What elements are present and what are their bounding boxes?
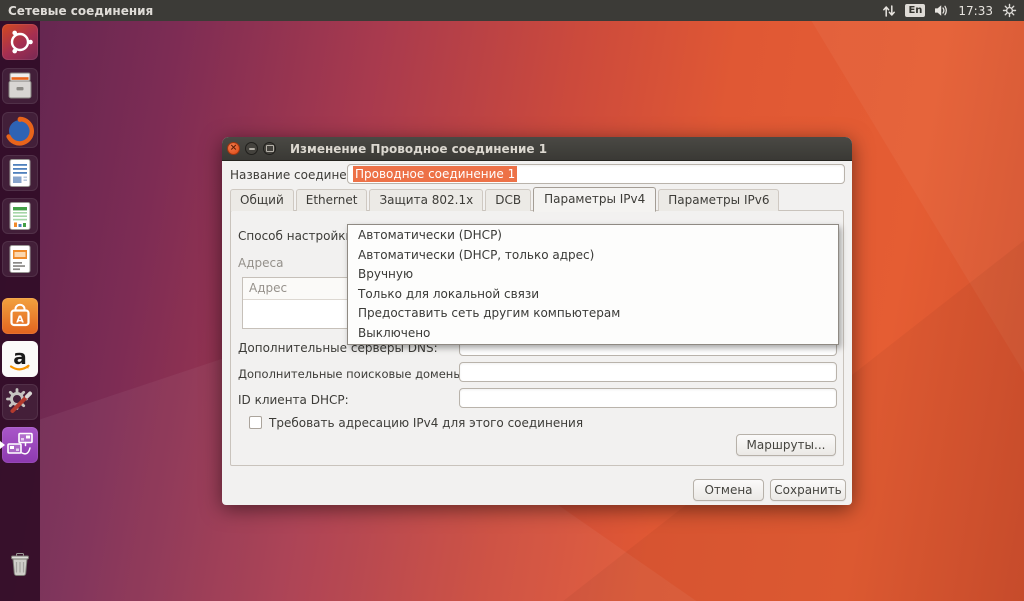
launcher-item-amazon[interactable]: a [2, 341, 38, 377]
tab-8021x[interactable]: Защита 802.1x [369, 189, 483, 211]
libreoffice-calc-icon [2, 198, 38, 234]
svg-text:a: a [13, 345, 27, 369]
require-ipv4-label: Требовать адресацию IPv4 для этого соеди… [269, 416, 583, 430]
dropdown-option-link-local[interactable]: Только для локальной связи [348, 285, 838, 305]
dhcp-client-id-label: ID клиента DHCP: [238, 393, 349, 407]
launcher-item-files[interactable] [2, 68, 38, 104]
software-center-icon: A [2, 298, 38, 334]
dialog-title: Изменение Проводное соединение 1 [290, 142, 547, 156]
selected-text: Проводное соединение 1 [353, 166, 517, 182]
trash-icon [2, 546, 38, 582]
launcher-item-firefox[interactable] [2, 112, 38, 148]
dropdown-option-manual[interactable]: Вручную [348, 265, 838, 285]
dropdown-option-dhcp-addr-only[interactable]: Автоматически (DHCP, только адрес) [348, 246, 838, 266]
tab-bar: Общий Ethernet Защита 802.1x DCB Парамет… [230, 187, 781, 211]
close-icon[interactable]: × [227, 142, 240, 155]
tab-ipv6[interactable]: Параметры IPv6 [658, 189, 779, 211]
method-label: Способ настройки: [238, 229, 357, 243]
addresses-label: Адреса [238, 256, 283, 270]
firefox-icon [2, 112, 38, 148]
libreoffice-impress-icon [2, 241, 38, 277]
cancel-button[interactable]: Отмена [693, 479, 764, 501]
address-column-header: Адрес [243, 278, 347, 300]
launcher-item-network-connections[interactable] [2, 427, 38, 463]
tab-dcb[interactable]: DCB [485, 189, 531, 211]
require-ipv4-checkbox[interactable] [249, 416, 262, 429]
top-panel: Сетевые соединения En 17:33 [0, 0, 1024, 21]
dhcp-client-id-input[interactable] [459, 388, 837, 408]
search-domains-input[interactable] [459, 362, 837, 382]
svg-text:A: A [16, 315, 24, 326]
launcher-item-software-center[interactable]: A [2, 298, 38, 334]
amazon-icon: a [2, 341, 38, 377]
minimize-icon[interactable] [245, 142, 258, 155]
dropdown-option-disabled[interactable]: Выключено [348, 324, 838, 344]
dialog-titlebar[interactable]: × Изменение Проводное соединение 1 [222, 137, 852, 161]
focused-app-arrow [0, 441, 5, 449]
connection-name-input[interactable]: Проводное соединение 1 [347, 164, 845, 184]
session-gear-icon[interactable] [1002, 3, 1017, 18]
tab-general[interactable]: Общий [230, 189, 294, 211]
keyboard-layout-indicator[interactable]: En [905, 4, 925, 17]
network-updown-icon[interactable] [882, 4, 896, 18]
launcher-item-system-settings[interactable] [2, 384, 38, 420]
network-connections-icon [2, 427, 38, 463]
maximize-icon[interactable] [263, 142, 276, 155]
system-settings-icon [2, 384, 38, 420]
clock[interactable]: 17:33 [958, 4, 993, 18]
tab-ethernet[interactable]: Ethernet [296, 189, 368, 211]
libreoffice-writer-icon [2, 155, 38, 191]
routes-button[interactable]: Маршруты... [736, 434, 836, 456]
unity-launcher: A a [0, 21, 40, 601]
method-dropdown-popup: Автоматически (DHCP) Автоматически (DHCP… [347, 224, 839, 345]
connection-editor-dialog: × Изменение Проводное соединение 1 Назва… [222, 137, 852, 505]
speaker-icon[interactable] [934, 4, 949, 17]
launcher-item-calc[interactable] [2, 198, 38, 234]
launcher-item-dash[interactable] [2, 24, 38, 60]
dropdown-option-dhcp[interactable]: Автоматически (DHCP) [348, 226, 838, 246]
tab-ipv4[interactable]: Параметры IPv4 [533, 187, 656, 212]
system-tray: En 17:33 [882, 3, 1017, 18]
active-app-title: Сетевые соединения [8, 4, 882, 18]
save-button[interactable]: Сохранить [770, 479, 846, 501]
addresses-table: Адрес [242, 277, 348, 329]
launcher-item-writer[interactable] [2, 155, 38, 191]
launcher-item-impress[interactable] [2, 241, 38, 277]
search-domains-label: Дополнительные поисковые домены: [238, 367, 466, 381]
launcher-item-trash[interactable] [2, 546, 38, 582]
files-icon [2, 68, 38, 104]
ubuntu-dash-icon [2, 24, 38, 60]
dropdown-option-shared[interactable]: Предоставить сеть другим компьютерам [348, 304, 838, 324]
